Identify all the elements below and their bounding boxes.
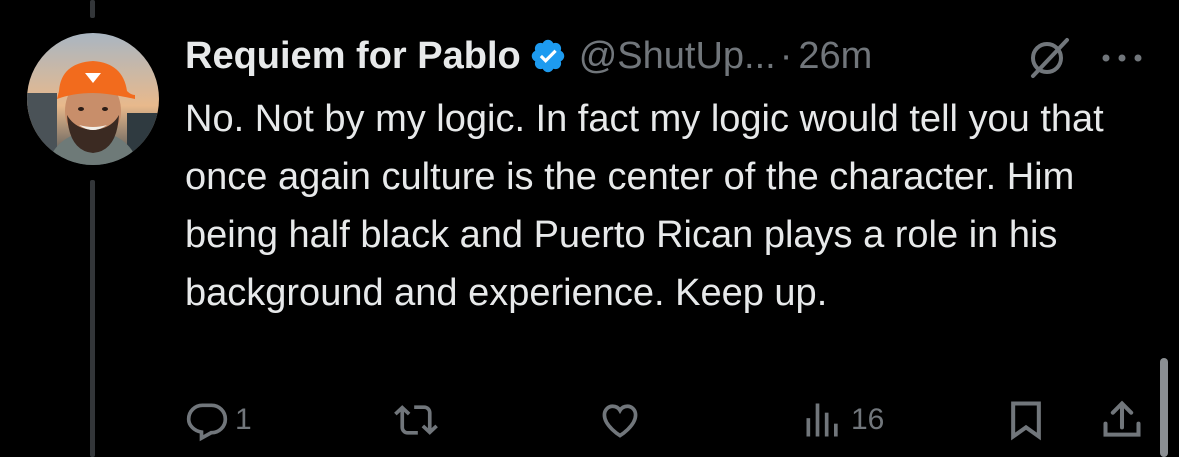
repost-button[interactable] [392,398,440,442]
like-icon [602,404,638,438]
avatar[interactable] [27,33,159,165]
views-button[interactable]: 16 [801,398,884,442]
scrollbar[interactable] [1160,358,1168,457]
separator: · [779,34,793,77]
grok-icon[interactable] [1025,34,1073,82]
views-icon [806,403,838,437]
display-name[interactable]: Requiem for Pablo [185,35,521,78]
more-icon[interactable] [1097,38,1147,78]
timestamp[interactable]: 26m [798,35,872,78]
like-button[interactable] [596,398,644,442]
reply-button[interactable]: 1 [185,398,252,442]
tweet-header: Requiem for Pablo @ShutUp... · 26m [185,28,1155,84]
reply-count: 1 [235,403,252,436]
thread-line [90,180,95,457]
repost-icon [394,405,438,435]
bookmark-button[interactable] [1004,398,1048,442]
bookmark-icon [1011,401,1041,441]
verified-badge-icon[interactable] [529,37,567,75]
handle[interactable]: @ShutUp... [579,35,776,78]
thread-line-top [90,0,95,18]
tweet-text: No. Not by my logic. In fact my logic wo… [185,98,1104,314]
share-button[interactable] [1100,398,1144,442]
reply-icon [186,403,228,442]
share-icon [1103,400,1141,437]
view-count: 16 [851,403,885,436]
